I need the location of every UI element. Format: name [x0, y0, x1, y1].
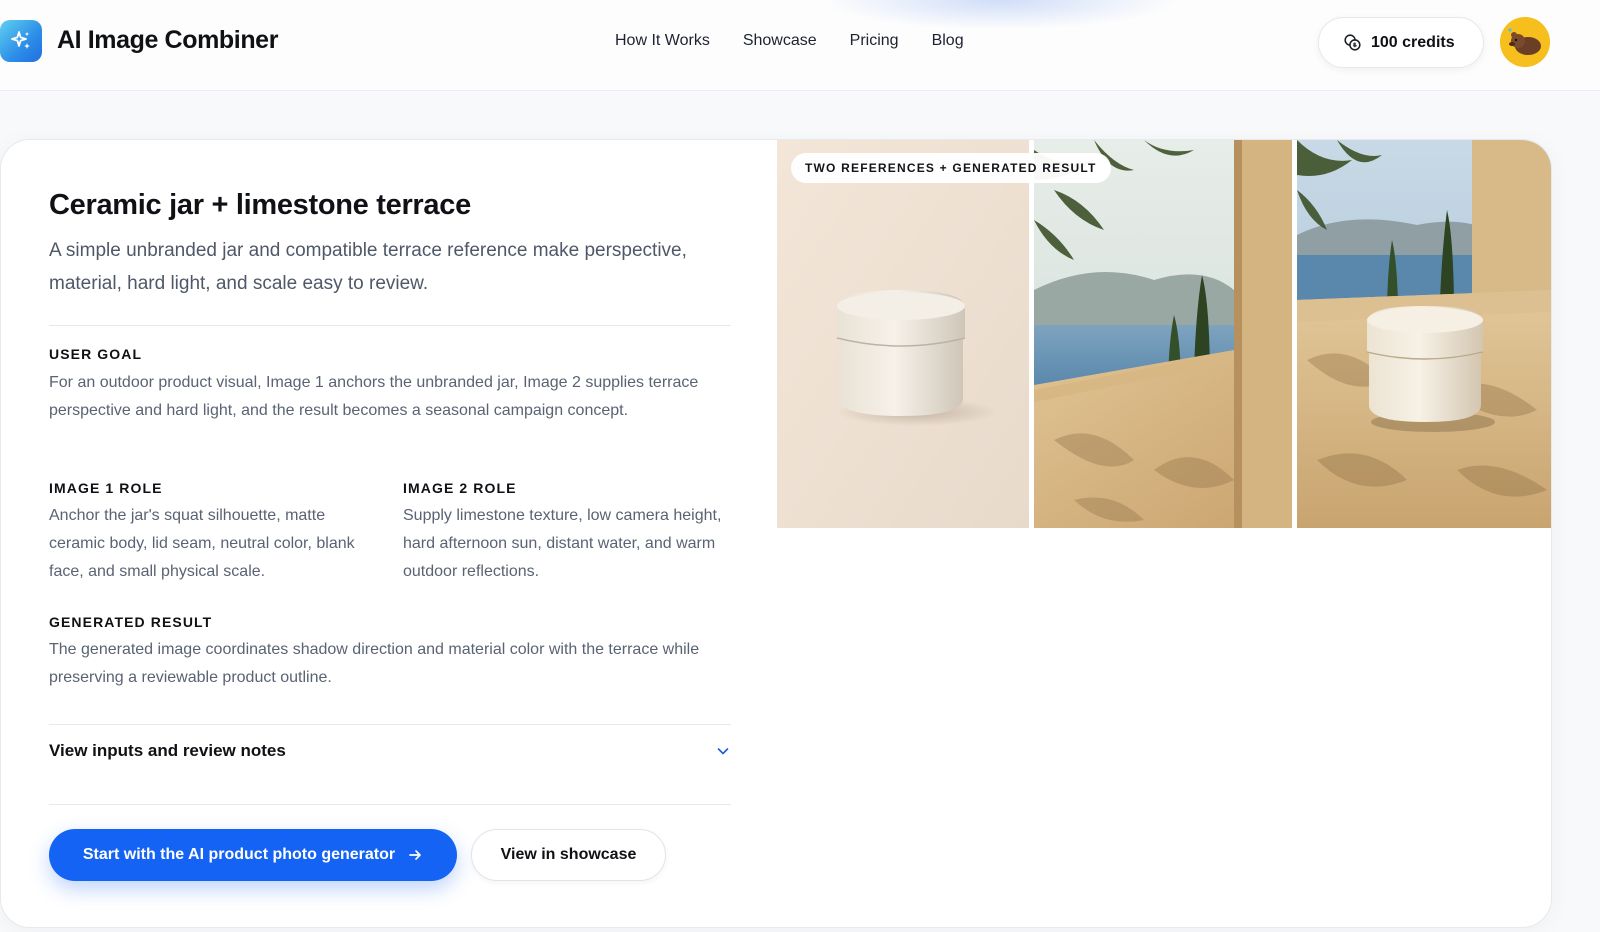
header-glow [820, 0, 1180, 30]
divider [49, 804, 731, 805]
image1-role-text: Anchor the jar's squat silhouette, matte… [49, 507, 355, 580]
generated-result-text: The generated image coordinates shadow d… [49, 641, 700, 686]
generated-result-label: GENERATED RESULT [49, 614, 213, 630]
image1-role-label: IMAGE 1 ROLE [49, 480, 163, 496]
top-header: AI Image Combiner How It Works Showcase … [0, 0, 1600, 91]
chevron-down-icon [717, 748, 729, 755]
credits-label: 100 credits [1371, 33, 1455, 51]
brand-name[interactable]: AI Image Combiner [57, 26, 278, 55]
coins-icon [1343, 33, 1362, 52]
main-nav: How It Works Showcase Pricing Blog [615, 32, 997, 50]
example-card: Ceramic jar + limestone terrace A simple… [0, 139, 1552, 928]
avatar-image [1500, 17, 1550, 67]
avatar[interactable] [1500, 17, 1550, 67]
reference-image-terrace[interactable] [1034, 140, 1292, 528]
logo[interactable] [0, 20, 42, 62]
divider [49, 325, 731, 326]
credits-button[interactable]: 100 credits [1318, 17, 1484, 68]
image2-role-label: IMAGE 2 ROLE [403, 480, 517, 496]
nav-how-it-works[interactable]: How It Works [615, 32, 710, 50]
review-notes-label: View inputs and review notes [49, 741, 286, 760]
review-notes-toggle[interactable]: View inputs and review notes [49, 729, 731, 773]
image2-role-text: Supply limestone texture, low camera hei… [403, 507, 722, 580]
user-goal-label: USER GOAL [49, 346, 143, 362]
arrow-right-icon [407, 847, 423, 863]
page-title: Ceramic jar + limestone terrace [49, 189, 471, 221]
nav-showcase[interactable]: Showcase [743, 32, 817, 50]
view-in-showcase-button[interactable]: View in showcase [471, 829, 666, 881]
user-goal-text: For an outdoor product visual, Image 1 a… [49, 374, 699, 419]
generated-result-image[interactable] [1297, 140, 1551, 528]
start-generator-label: Start with the AI product photo generato… [82, 846, 396, 863]
image-strip-badge: TWO REFERENCES + GENERATED RESULT [791, 153, 1111, 183]
nav-pricing[interactable]: Pricing [850, 32, 899, 50]
image-comparison-strip: TWO REFERENCES + GENERATED RESULT [777, 140, 1551, 528]
reference-image-jar[interactable] [777, 140, 1029, 528]
start-generator-button[interactable]: Start with the AI product photo generato… [49, 829, 457, 881]
divider [49, 724, 731, 725]
sparkle-icon [11, 31, 30, 49]
card-subtitle: A simple unbranded jar and compatible te… [49, 240, 687, 294]
nav-blog[interactable]: Blog [932, 32, 964, 50]
